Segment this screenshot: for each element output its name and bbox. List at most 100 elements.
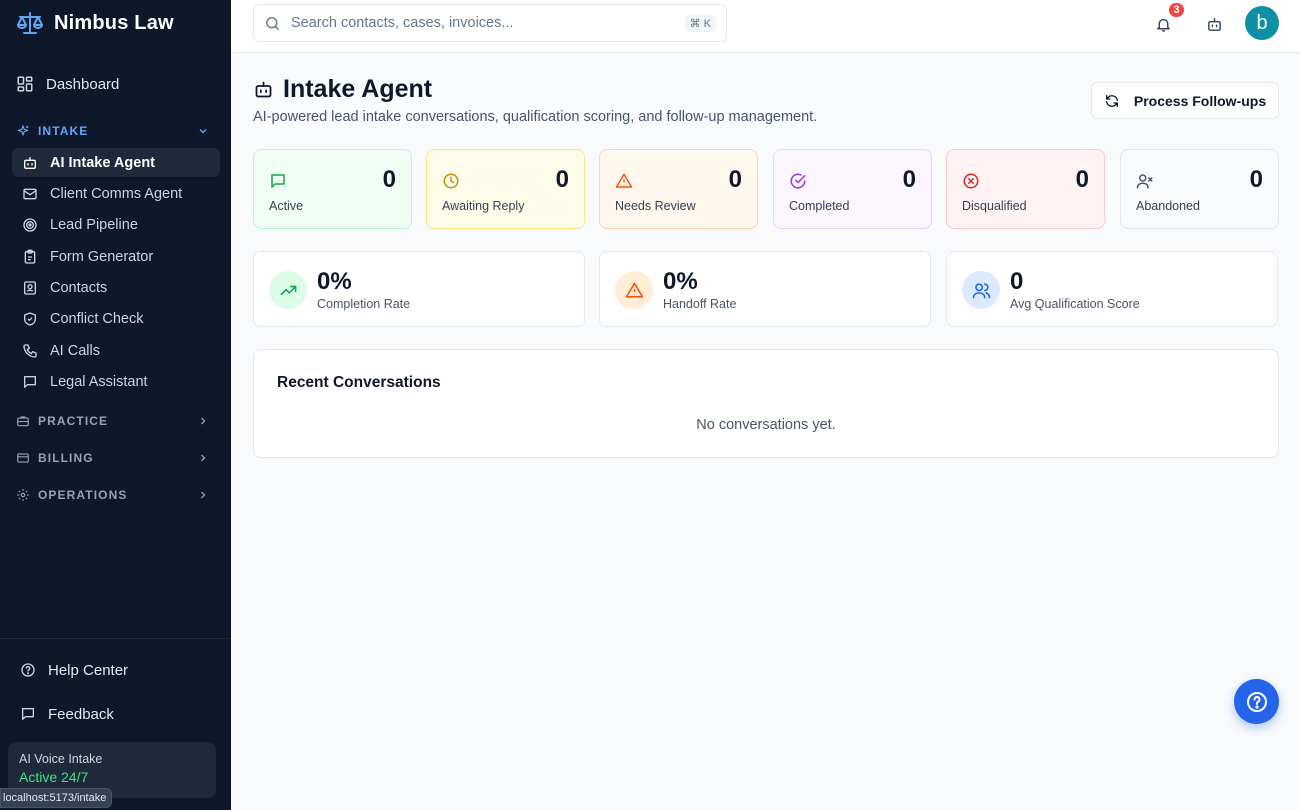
- metric-icon-wrap: [615, 271, 653, 309]
- message-square-icon: [271, 174, 285, 188]
- stat-card-completed: 0 Completed: [773, 149, 932, 229]
- sidebar-divider: [0, 638, 231, 639]
- stat-label: Disqualified: [962, 199, 1027, 213]
- notification-badge: 3: [1167, 1, 1186, 19]
- stat-card-awaiting-reply: 0 Awaiting Reply: [426, 149, 585, 229]
- help-center-label: Help Center: [48, 661, 129, 679]
- help-circle-icon: [1246, 691, 1267, 712]
- chat-icon: [24, 376, 36, 389]
- sidebar-item-ai-calls[interactable]: AI Calls: [12, 336, 220, 365]
- stat-card-active: 0 Active: [253, 149, 412, 229]
- phone-icon: [23, 344, 37, 358]
- bot-icon: [24, 156, 36, 169]
- stat-card-abandoned: 0 Abandoned: [1120, 149, 1279, 229]
- stat-label: Completed: [789, 199, 850, 213]
- section-label: INTAKE: [38, 124, 89, 138]
- stat-value: 0: [1249, 166, 1263, 193]
- bot-icon: [1207, 17, 1221, 31]
- stat-label: Needs Review: [615, 199, 696, 213]
- sidebar-item-label: AI Calls: [50, 342, 100, 359]
- bot-icon: [255, 81, 272, 98]
- user-x-icon: [1136, 174, 1153, 189]
- chevron-right-icon: [201, 454, 206, 462]
- topbar: ⌘ K 3 b: [231, 0, 1300, 53]
- sidebar-item-legal-assistant[interactable]: Legal Assistant: [12, 368, 220, 397]
- stat-label: Abandoned: [1136, 199, 1200, 213]
- gear-icon: [17, 488, 29, 501]
- section-billing[interactable]: BILLING: [0, 445, 231, 471]
- help-fab-button[interactable]: [1234, 679, 1279, 724]
- section-label: PRACTICE: [38, 413, 109, 428]
- metric-label: Handoff Rate: [663, 297, 737, 311]
- brand-name: Nimbus Law: [54, 11, 174, 34]
- contact-card-icon: [24, 281, 36, 295]
- sidebar-item-contacts[interactable]: Contacts: [12, 274, 220, 303]
- search-icon: [266, 16, 279, 30]
- stat-card-needs-review: 0 Needs Review: [599, 149, 758, 229]
- sidebar-item-form-generator[interactable]: Form Generator: [12, 242, 220, 271]
- sidebar-item-conflict-check[interactable]: Conflict Check: [12, 305, 220, 334]
- trending-up-icon: [280, 285, 296, 295]
- process-follow-ups-button[interactable]: Process Follow-ups: [1091, 82, 1279, 119]
- sidebar-item-label: AI Intake Agent: [50, 154, 156, 171]
- section-label: OPERATIONS: [38, 487, 128, 502]
- stat-value: 0: [382, 166, 396, 193]
- sidebar-item-lead-pipeline[interactable]: Lead Pipeline: [12, 211, 220, 240]
- section-operations[interactable]: OPERATIONS: [0, 482, 231, 508]
- intake-items: AI Intake Agent Client Comms Agent Lead …: [0, 148, 231, 397]
- process-follow-ups-label: Process Follow-ups: [1133, 92, 1267, 109]
- sidebar-item-label: Form Generator: [50, 248, 154, 265]
- metric-card-completion-rate: 0% Completion Rate: [253, 251, 585, 327]
- clipboard-icon: [24, 249, 36, 264]
- metric-label: Avg Qualification Score: [1010, 297, 1140, 311]
- grid-icon: [17, 76, 33, 92]
- chevron-right-icon: [201, 491, 206, 499]
- message-square-icon: [22, 708, 34, 720]
- stat-value: 0: [902, 166, 916, 193]
- sidebar-item-dashboard[interactable]: Dashboard: [0, 68, 231, 100]
- search-shortcut: ⌘ K: [684, 14, 716, 32]
- x-circle-icon: [963, 173, 979, 189]
- metric-label: Completion Rate: [317, 297, 411, 311]
- feedback-link[interactable]: Feedback: [0, 700, 231, 728]
- recent-conversations-panel: Recent Conversations No conversations ye…: [253, 349, 1279, 458]
- sidebar-item-label: Lead Pipeline: [50, 217, 138, 234]
- sidebar-item-label: Conflict Check: [50, 311, 144, 328]
- empty-state-text: No conversations yet.: [696, 417, 836, 433]
- shield-icon: [24, 312, 36, 327]
- sidebar-item-client-comms-agent[interactable]: Client Comms Agent: [12, 179, 220, 208]
- sidebar-item-ai-intake-agent[interactable]: AI Intake Agent: [12, 148, 220, 177]
- metric-value: 0%: [663, 268, 698, 295]
- stat-value: 0: [555, 166, 569, 193]
- users-icon: [972, 282, 990, 298]
- recent-conversations-title: Recent Conversations: [277, 374, 441, 391]
- credit-card-icon: [17, 453, 29, 463]
- sidebar-item-label: Contacts: [50, 280, 108, 297]
- page-title: Intake Agent: [283, 75, 433, 103]
- agent-button[interactable]: [1202, 12, 1226, 36]
- brand[interactable]: Nimbus Law: [16, 10, 174, 36]
- refresh-icon: [1105, 94, 1118, 107]
- metric-card-handoff-rate: 0% Handoff Rate: [599, 251, 931, 327]
- search-box[interactable]: ⌘ K: [253, 4, 727, 42]
- sidebar-item-label: Client Comms Agent: [50, 185, 183, 202]
- stat-label: Awaiting Reply: [442, 199, 525, 213]
- metric-card-avg-qualification-score: 0 Avg Qualification Score: [946, 251, 1278, 327]
- sidebar: Nimbus Law Dashboard INTAKE AI Intake Ag…: [0, 0, 231, 810]
- section-intake[interactable]: INTAKE: [0, 118, 231, 144]
- help-center-link[interactable]: Help Center: [0, 656, 231, 684]
- alert-triangle-icon: [615, 173, 633, 188]
- briefcase-icon: [17, 416, 29, 426]
- metric-value: 0%: [317, 268, 352, 295]
- feedback-label: Feedback: [48, 705, 114, 723]
- clock-icon: [443, 173, 459, 189]
- page-header: Intake Agent: [253, 75, 432, 104]
- avatar[interactable]: b: [1245, 6, 1279, 40]
- sidebar-nav: Dashboard INTAKE AI Intake Agent Client …: [0, 68, 231, 508]
- metric-icon-wrap: [962, 271, 1000, 309]
- search-input[interactable]: [291, 15, 675, 31]
- section-practice[interactable]: PRACTICE: [0, 408, 231, 434]
- stat-card-disqualified: 0 Disqualified: [946, 149, 1105, 229]
- sidebar-item-label: Dashboard: [46, 75, 120, 93]
- check-circle-icon: [790, 173, 806, 189]
